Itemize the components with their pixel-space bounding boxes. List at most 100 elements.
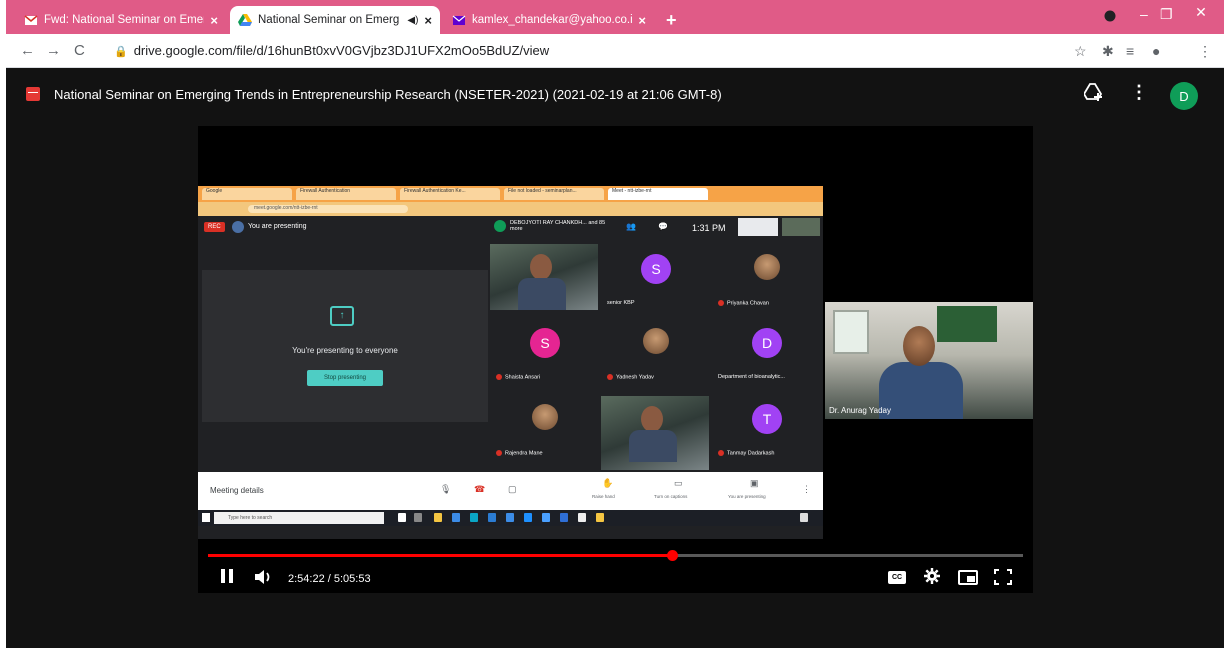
raise-hand-icon[interactable]: ✋ — [602, 478, 613, 489]
participant-tile: T Tanmay Dadarkash — [712, 394, 820, 460]
taskbar-app-icon — [470, 513, 478, 522]
tab-drive[interactable]: National Seminar on Emerg ◀) × — [230, 6, 440, 34]
address-toolbar: ← → C 🔒 drive.google.com/file/d/16hunBt0x… — [6, 34, 1224, 68]
close-window-button[interactable]: ✕ — [1184, 4, 1218, 26]
close-icon[interactable]: × — [638, 13, 646, 28]
video-player[interactable]: Google Firewall Authentication Firewall … — [198, 126, 1033, 593]
progress-knob[interactable] — [667, 550, 678, 561]
tab-yahoo[interactable]: kamlex_chandekar@yahoo.co.in × — [444, 6, 654, 34]
forward-icon[interactable]: → — [46, 42, 61, 59]
participant-head — [530, 254, 552, 280]
fullscreen-corner — [1007, 580, 1012, 585]
participant-name-text: Rajendra Mane — [505, 450, 543, 456]
taskbar-app-icon — [414, 513, 422, 522]
url-text: drive.google.com/file/d/16hunBt0xvV0GVjb… — [133, 43, 550, 58]
present-icon[interactable]: ▣ — [750, 478, 759, 489]
participant-initial: D — [752, 328, 782, 358]
speaker-name: Dr. Anurag Yaday — [829, 406, 891, 415]
back-icon[interactable]: ← — [20, 42, 35, 59]
taskbar-app-icon — [506, 513, 514, 522]
volume-icon[interactable] — [254, 570, 274, 589]
self-thumb — [782, 218, 820, 236]
captions-button[interactable]: CC — [888, 571, 906, 584]
inner-url: meet.google.com/ntt-izbe-rnt — [248, 205, 408, 213]
meeting-details-label[interactable]: Meeting details — [210, 486, 264, 495]
reload-icon[interactable]: C — [74, 42, 85, 59]
meet-controls-bar: Meeting details 🎙 ☎ ▢ ✋ Raise hand ▭ Tur… — [198, 472, 823, 510]
participant-shirt — [629, 430, 677, 462]
inner-tab: Firewall Authentication Ke... — [400, 188, 500, 200]
presentation-thumb — [738, 218, 778, 236]
you-presenting-label: You are presenting — [728, 494, 766, 499]
mic-icon[interactable]: 🎙 — [440, 484, 451, 495]
participant-tile: Yadnesh Yadav — [601, 318, 709, 384]
player-controls: 2:54:22 / 5:05:53 CC — [198, 546, 1033, 593]
participant-initial: T — [752, 404, 782, 434]
restore-button[interactable]: ❐ — [1160, 6, 1173, 23]
windows-start-icon — [202, 513, 210, 522]
browser-window: Fwd: National Seminar on Emerg × Nationa… — [6, 0, 1224, 648]
participant-name-text: senior KBP — [607, 300, 635, 306]
raise-hand-label: Raise hand — [592, 494, 615, 499]
audio-playing-icon[interactable]: ◀) — [407, 15, 418, 26]
participant-name-text: Priyanka Chavan — [727, 300, 769, 306]
avatar[interactable]: D — [1170, 82, 1198, 110]
screen-share-frame: Google Firewall Authentication Firewall … — [198, 186, 823, 539]
presenting-panel: ↑ You're presenting to everyone Stop pre… — [202, 270, 488, 422]
menu-icon[interactable]: ⋮ — [1198, 43, 1212, 60]
inner-browser-tabs: Google Firewall Authentication Firewall … — [198, 186, 823, 202]
participant-tile: Rajendra Mane — [490, 394, 598, 460]
camera-icon[interactable]: ▢ — [508, 484, 517, 495]
settings-gear-icon[interactable] — [924, 568, 940, 589]
account-icon[interactable]: ● — [1152, 43, 1160, 59]
mic-off-icon — [718, 299, 724, 306]
tab-title: kamlex_chandekar@yahoo.co.in — [472, 14, 633, 26]
mic-off-icon — [496, 449, 502, 456]
speaker-shirt — [879, 362, 963, 419]
participant-name-text: Yadnesh Yadav — [616, 374, 654, 380]
more-vert-icon[interactable]: ⋮ — [802, 484, 811, 495]
extensions-icon[interactable]: ✱ — [1102, 43, 1114, 60]
inner-tab: Google — [202, 188, 292, 200]
tab-title: National Seminar on Emerg — [258, 14, 400, 26]
address-bar[interactable]: 🔒 drive.google.com/file/d/16hunBt0xvV0GVj… — [114, 43, 549, 58]
participant-name: Rajendra Mane — [496, 449, 543, 456]
pause-icon[interactable] — [220, 568, 234, 589]
meet-clock: 1:31 PM — [692, 223, 726, 233]
participant-name: Shaista Ansari — [496, 373, 541, 380]
file-title: National Seminar on Emerging Trends in E… — [54, 87, 722, 102]
user-avatar — [232, 221, 244, 233]
tab-title: Fwd: National Seminar on Emerg — [44, 14, 205, 26]
windows-taskbar: Type here to search — [198, 510, 823, 526]
more-options-icon[interactable]: ⋮ — [1130, 82, 1148, 103]
mic-off-icon — [607, 373, 613, 380]
profile-icon[interactable] — [1104, 9, 1116, 25]
tab-gmail[interactable]: Fwd: National Seminar on Emerg × — [16, 6, 226, 34]
new-tab-button[interactable]: + — [666, 10, 677, 31]
star-icon[interactable]: ☆ — [1074, 43, 1087, 60]
participant-tile: S senior KBP — [601, 244, 709, 310]
progress-bar[interactable] — [208, 550, 1023, 561]
time-display: 2:54:22 / 5:05:53 — [288, 573, 371, 585]
captions-label: Turn on captions — [654, 494, 688, 499]
miniplayer-icon[interactable] — [958, 570, 978, 585]
participant-name-text: Shaista Ansari — [505, 374, 541, 380]
present-message: You're presenting to everyone — [292, 346, 398, 355]
presenting-label: You are presenting — [248, 223, 307, 230]
hang-up-icon[interactable]: ☎ — [474, 484, 485, 495]
participant-name: Department of bioanalytic... — [718, 374, 785, 380]
reading-list-icon[interactable]: ≡ — [1126, 43, 1134, 59]
participant-name-text: Tanmay Dadarkash — [727, 450, 775, 456]
close-icon[interactable]: × — [210, 13, 218, 28]
taskbar-search: Type here to search — [214, 512, 384, 524]
fullscreen-icon[interactable] — [994, 569, 1012, 585]
stop-presenting-button[interactable]: Stop presenting — [307, 370, 383, 386]
taskbar-app-icon — [452, 513, 460, 522]
taskbar-app-icon — [434, 513, 442, 522]
minimize-button[interactable]: – — [1140, 6, 1148, 22]
captions-icon[interactable]: ▭ — [674, 478, 683, 489]
chat-icon: 💬 — [658, 222, 668, 231]
add-to-drive-icon[interactable] — [1082, 83, 1104, 106]
mail-icon — [452, 13, 466, 27]
close-icon[interactable]: × — [424, 13, 432, 28]
